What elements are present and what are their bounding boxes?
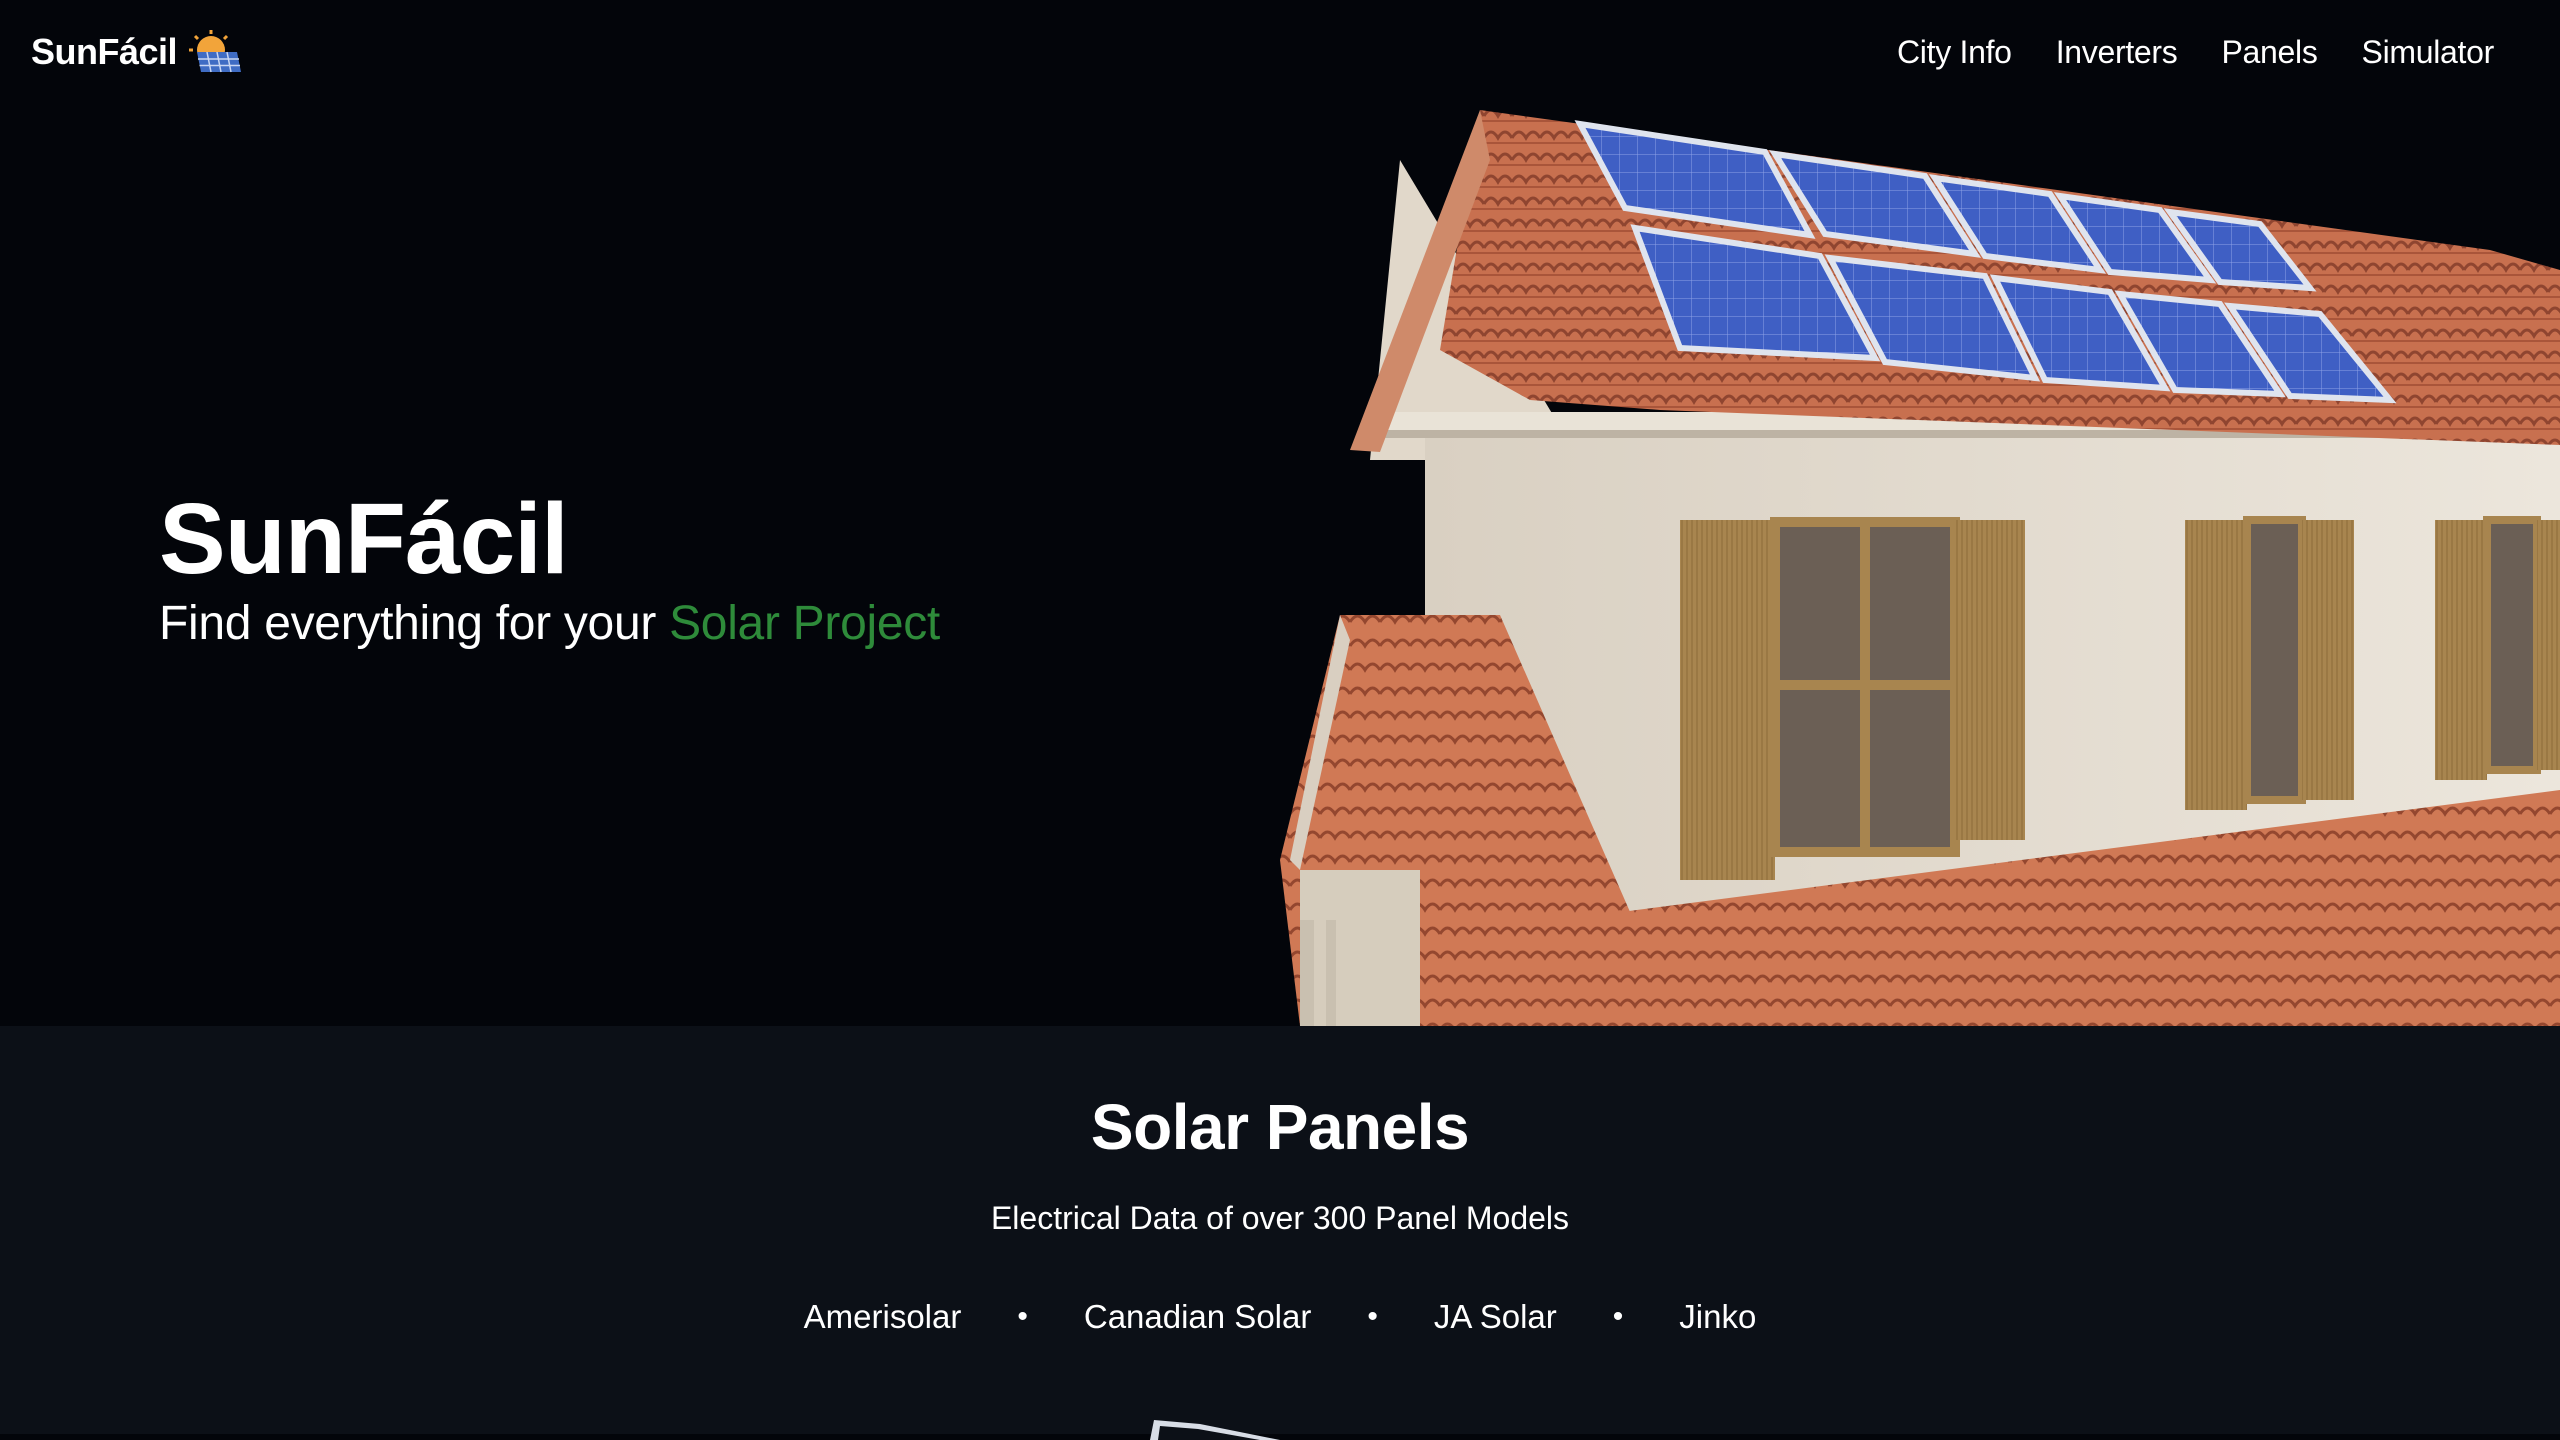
- sun-panel-icon: [189, 30, 242, 73]
- nav-panels[interactable]: Panels: [2221, 34, 2317, 71]
- hero-subtitle-accent: Solar Project: [669, 597, 940, 650]
- brand-link-ja-solar[interactable]: JA Solar: [1420, 1298, 1571, 1336]
- brand-link-jinko[interactable]: Jinko: [1665, 1298, 1770, 1336]
- nav-inverters[interactable]: Inverters: [2056, 34, 2178, 71]
- brand-link-amerisolar[interactable]: Amerisolar: [790, 1298, 976, 1336]
- hero-title: SunFácil: [159, 483, 569, 595]
- brand-logo[interactable]: SunFácil: [31, 30, 242, 74]
- section-title: Solar Panels: [1090, 1091, 1470, 1163]
- house-image: [1280, 110, 2560, 1026]
- separator-dot: •: [1017, 1300, 1028, 1333]
- nav-city-info[interactable]: City Info: [1897, 34, 2012, 71]
- panel-image-peek: [1150, 1420, 1280, 1440]
- brand-link-canadian-solar[interactable]: Canadian Solar: [1070, 1298, 1326, 1336]
- nav-links: City Info Inverters Panels Simulator: [1897, 34, 2494, 71]
- brand-name: SunFácil: [31, 31, 178, 72]
- hero-subtitle-prefix: Find everything for your: [159, 597, 670, 650]
- nav-simulator[interactable]: Simulator: [2362, 34, 2495, 71]
- hero-text: SunFácil Find everything for your Solar …: [159, 484, 940, 654]
- separator-dot: •: [1367, 1300, 1378, 1333]
- separator-dot: •: [1612, 1300, 1624, 1333]
- hero-section: SunFácil City Info Inverters Panels Simu…: [0, 0, 2560, 1026]
- top-navbar: SunFácil City Info Inverters Panels Simu…: [0, 0, 2560, 108]
- section-subtitle: Electrical Data of over 300 Panel Models: [990, 1200, 1570, 1236]
- hero-subtitle: Find everything for your Solar Project: [159, 594, 940, 654]
- panel-brands-list: Amerisolar • Canadian Solar • JA Solar •…: [0, 1298, 2560, 1336]
